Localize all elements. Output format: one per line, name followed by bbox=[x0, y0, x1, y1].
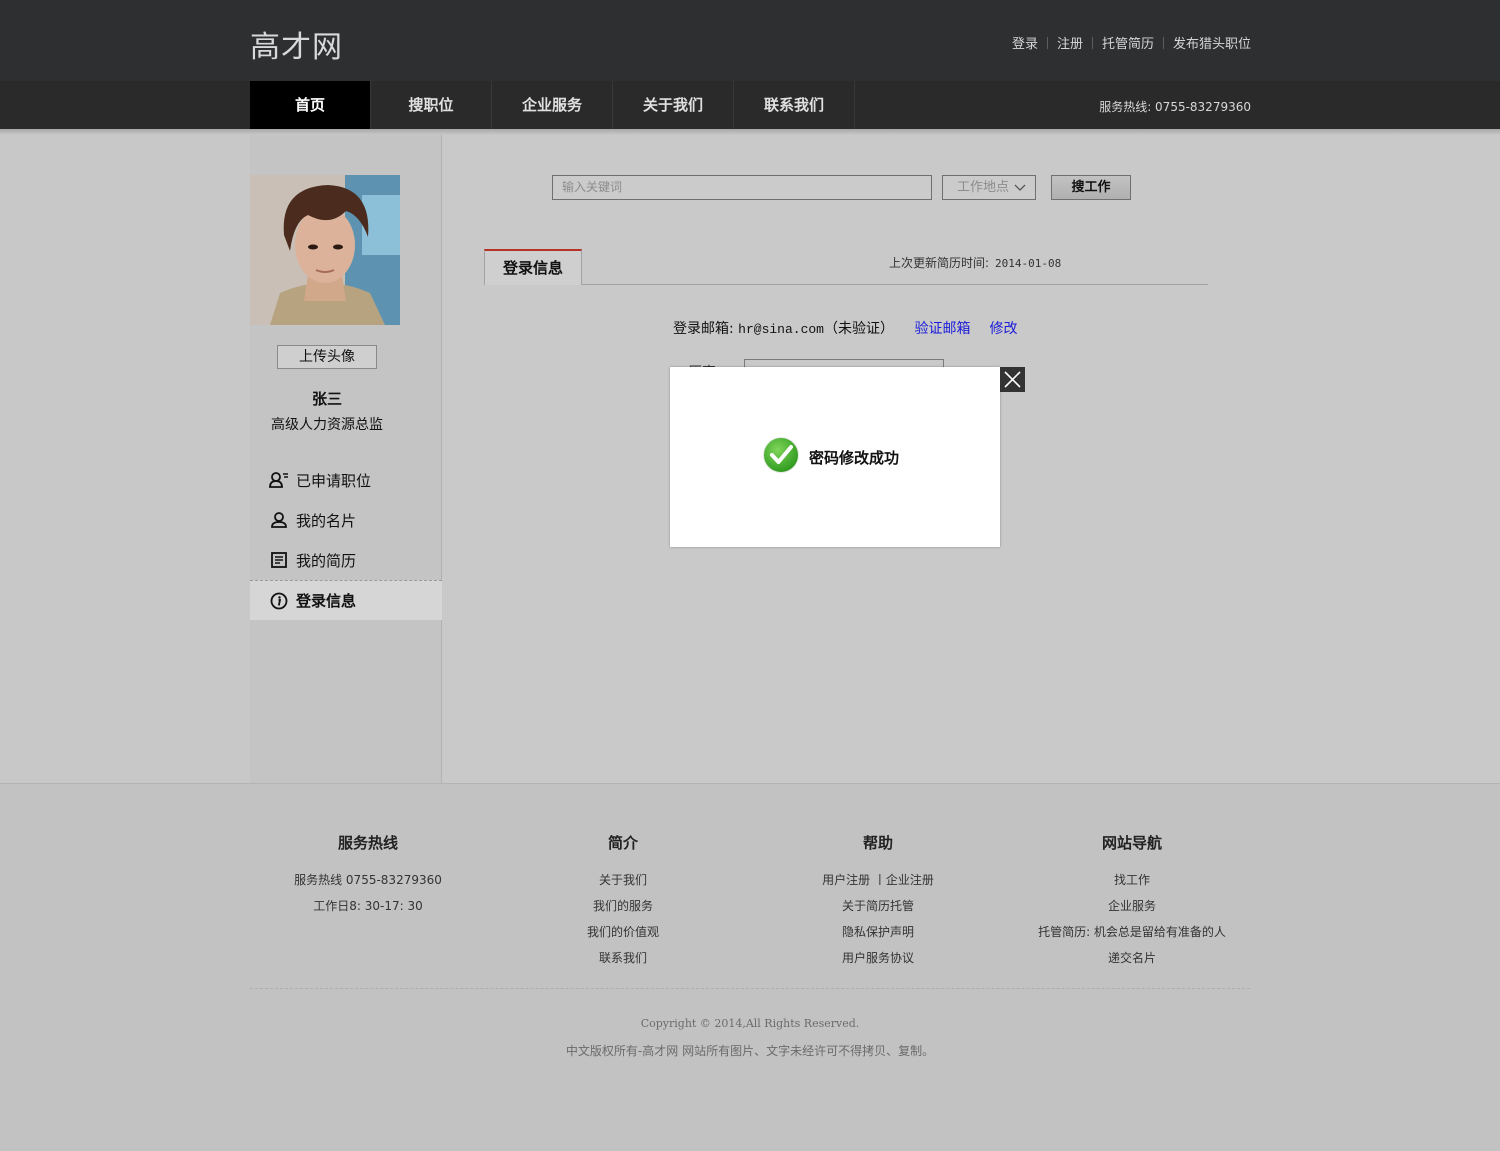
tab-login-info[interactable]: 登录信息 bbox=[484, 249, 582, 285]
footer-column-title: 服务热线 bbox=[337, 834, 398, 852]
keyword-search-input[interactable]: 输入关键词 bbox=[552, 175, 932, 200]
email-address: hr@sina.com bbox=[738, 322, 824, 337]
login-link[interactable]: 登录 bbox=[1012, 33, 1038, 52]
site-logo[interactable]: 高才网 bbox=[250, 22, 343, 66]
top-links: 登录 注册 托管简历 发布猎头职位 bbox=[1012, 33, 1251, 52]
upload-avatar-button[interactable]: 上传头像 bbox=[277, 345, 377, 369]
footer-link-terms[interactable]: 用户服务协议 bbox=[758, 945, 998, 971]
email-label: 登录邮箱: bbox=[673, 321, 734, 337]
footer-text: 服务热线 0755-83279360 bbox=[294, 873, 442, 887]
success-message: 密码修改成功 bbox=[762, 436, 899, 478]
footer-link-submit-card[interactable]: 递交名片 bbox=[1012, 945, 1252, 971]
close-dialog-button[interactable] bbox=[1000, 367, 1025, 392]
footer: 服务热线 服务热线 0755-83279360 工作日8: 30-17: 30 … bbox=[0, 783, 1500, 1151]
separator bbox=[1162, 36, 1164, 49]
register-link[interactable]: 注册 bbox=[1057, 33, 1083, 52]
nav-contact-us[interactable]: 联系我们 bbox=[734, 81, 855, 130]
footer-column-title: 简介 bbox=[607, 834, 638, 852]
avatar bbox=[250, 175, 400, 325]
separator bbox=[1046, 36, 1048, 49]
footer-divider bbox=[250, 988, 1250, 989]
footer-link-about[interactable]: 关于我们 bbox=[503, 867, 743, 893]
top-header: 高才网 登录 注册 托管简历 发布猎头职位 bbox=[0, 0, 1500, 81]
footer-text: 工作日8: 30-17: 30 bbox=[313, 899, 423, 913]
main-nav-bar: 首页 搜职位 企业服务 关于我们 联系我们 服务热线: 0755-8327936… bbox=[0, 81, 1500, 130]
sidebar-item-my-resume[interactable]: 我的简历 bbox=[250, 540, 442, 580]
copyright: Copyright © 2014,All Rights Reserved. bbox=[640, 1017, 860, 1030]
work-location-value: 工作地点 bbox=[957, 180, 1010, 195]
updated-date: 2014-01-08 bbox=[995, 257, 1062, 270]
verify-email-link[interactable]: 验证邮箱 bbox=[914, 321, 970, 337]
sidebar-item-applied-jobs[interactable]: 已申请职位 bbox=[250, 460, 442, 500]
sidebar-item-login-info[interactable]: 登录信息 bbox=[250, 580, 442, 620]
success-dialog: 密码修改成功 bbox=[670, 367, 1000, 547]
tab-underline bbox=[484, 284, 1208, 285]
footer-column-help: 帮助 用户注册 丨企业注册 关于简历托管 隐私保护声明 用户服务协议 bbox=[758, 832, 998, 971]
nav-about-us[interactable]: 关于我们 bbox=[613, 81, 734, 130]
user-name: 张三 bbox=[311, 390, 342, 408]
email-status: （未验证） bbox=[824, 321, 894, 337]
edit-email-link[interactable]: 修改 bbox=[989, 321, 1017, 337]
footer-link-resume-hosting[interactable]: 关于简历托管 bbox=[758, 893, 998, 919]
success-text: 密码修改成功 bbox=[809, 448, 900, 467]
footer-link-register[interactable]: 用户注册 丨企业注册 bbox=[758, 867, 998, 893]
avatar-photo bbox=[250, 175, 400, 325]
footer-link-services[interactable]: 我们的服务 bbox=[503, 893, 743, 919]
nav-enterprise-services[interactable]: 企业服务 bbox=[492, 81, 613, 130]
service-hotline: 服务热线: 0755-83279360 bbox=[1099, 100, 1251, 114]
applied-jobs-icon bbox=[269, 470, 289, 490]
resume-icon bbox=[269, 550, 289, 570]
footer-column-intro: 简介 关于我们 我们的服务 我们的价值观 联系我们 bbox=[503, 832, 743, 971]
footer-link-enterprise[interactable]: 企业服务 bbox=[1012, 893, 1252, 919]
info-icon bbox=[269, 591, 289, 611]
separator bbox=[1091, 36, 1093, 49]
sidebar-menu: 已申请职位 我的名片 我的简历 登录信息 bbox=[250, 460, 442, 620]
close-icon bbox=[1004, 371, 1021, 388]
footer-column-hotline: 服务热线 服务热线 0755-83279360 工作日8: 30-17: 30 bbox=[248, 832, 488, 919]
search-jobs-button[interactable]: 搜工作 bbox=[1051, 175, 1131, 200]
login-email-row: 登录邮箱: hr@sina.com（未验证） 验证邮箱 修改 bbox=[673, 318, 1017, 338]
footer-link-host-resume[interactable]: 托管简历: 机会总是留给有准备的人 bbox=[1012, 919, 1252, 945]
copyright-notice: 中文版权所有-高才网 网站所有图片、文字未经许可不得拷贝、复制。 bbox=[565, 1044, 935, 1058]
footer-link-values[interactable]: 我们的价值观 bbox=[503, 919, 743, 945]
sidebar-item-my-card[interactable]: 我的名片 bbox=[250, 500, 442, 540]
nav-home[interactable]: 首页 bbox=[250, 81, 371, 130]
sidebar-item-label: 登录信息 bbox=[296, 592, 357, 610]
footer-column-title: 网站导航 bbox=[1101, 834, 1162, 852]
nav-search-jobs[interactable]: 搜职位 bbox=[371, 81, 492, 130]
post-headhunter-job-link[interactable]: 发布猎头职位 bbox=[1173, 33, 1251, 52]
user-card-icon bbox=[269, 510, 289, 530]
check-circle-icon bbox=[762, 436, 800, 478]
footer-link-privacy[interactable]: 隐私保护声明 bbox=[758, 919, 998, 945]
updated-label: 上次更新简历时间: bbox=[889, 256, 990, 270]
main-nav: 首页 搜职位 企业服务 关于我们 联系我们 bbox=[250, 81, 855, 130]
footer-column-sitemap: 网站导航 找工作 企业服务 托管简历: 机会总是留给有准备的人 递交名片 bbox=[1012, 832, 1252, 971]
sidebar: 上传头像 张三 高级人力资源总监 已申请职位 我的名片 我的简历 登录信息 bbox=[250, 135, 442, 783]
sidebar-item-label: 已申请职位 bbox=[296, 471, 372, 490]
work-location-select[interactable]: 工作地点 bbox=[942, 175, 1036, 200]
sidebar-item-label: 我的名片 bbox=[296, 511, 357, 530]
chevron-down-icon bbox=[1014, 179, 1026, 202]
resume-updated-info: 上次更新简历时间: 2014-01-08 bbox=[889, 254, 1061, 271]
user-job-title: 高级人力资源总监 bbox=[271, 417, 383, 433]
footer-link-find-jobs[interactable]: 找工作 bbox=[1012, 867, 1252, 893]
footer-column-title: 帮助 bbox=[862, 834, 893, 852]
sidebar-item-label: 我的简历 bbox=[296, 551, 357, 570]
host-resume-link[interactable]: 托管简历 bbox=[1102, 33, 1154, 52]
footer-link-contact[interactable]: 联系我们 bbox=[503, 945, 743, 971]
